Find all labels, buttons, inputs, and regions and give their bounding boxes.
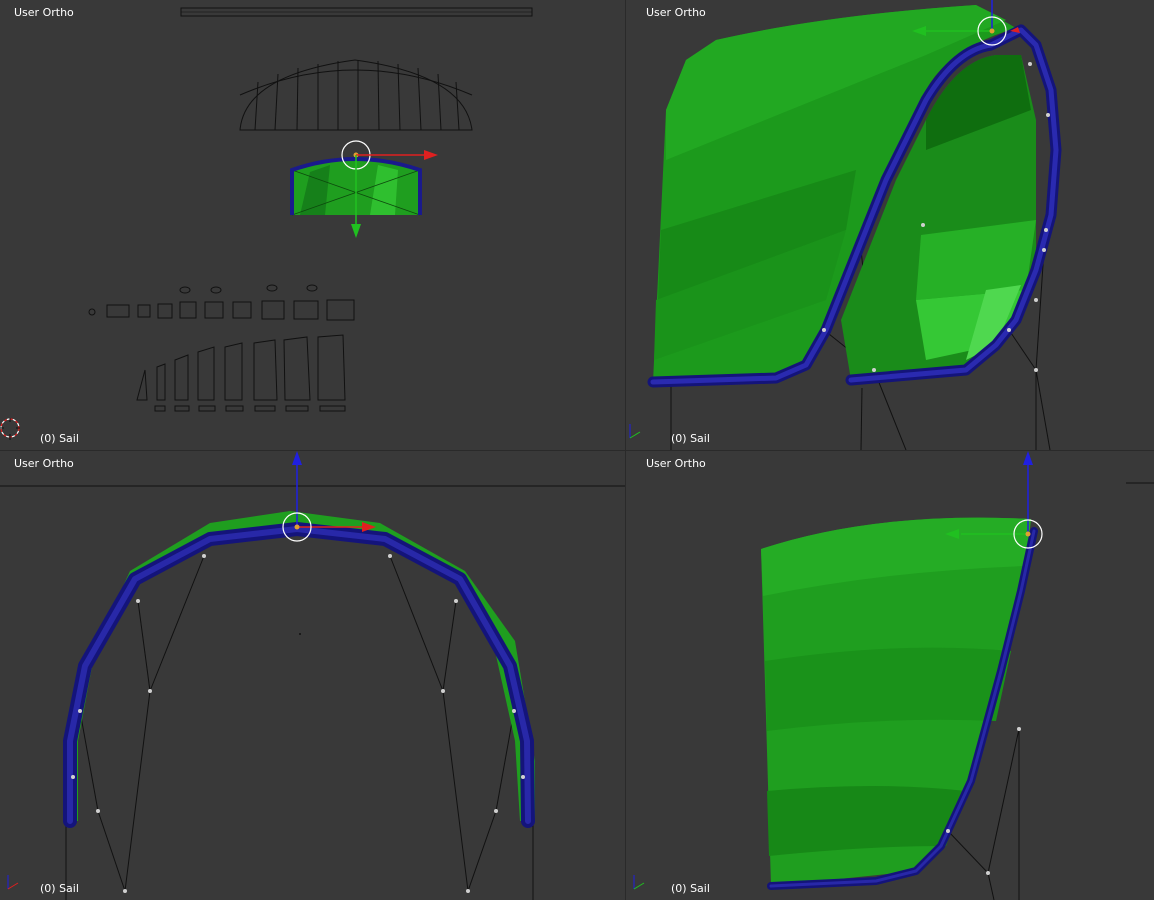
axis-orientation-icon	[7, 875, 19, 890]
viewport-object-label: (0) Sail	[671, 882, 710, 895]
leading-edge-tube	[63, 522, 535, 828]
viewport-top-left-canvas[interactable]	[0, 0, 625, 450]
bridle-lines	[65, 555, 534, 900]
viewport-bottom-right[interactable]: User Ortho (0) Sail	[626, 451, 1154, 900]
transform-gizmo-icon	[282, 451, 376, 542]
viewport-top-left[interactable]: User Ortho (0) Sail	[0, 0, 625, 450]
viewport-bottom-left[interactable]: User Ortho (0) Sail	[0, 451, 625, 900]
viewport-divider-horizontal[interactable]	[0, 450, 1154, 451]
axis-orientation-icon	[629, 424, 641, 439]
viewport-title: User Ortho	[14, 6, 74, 19]
sail-arc-mesh	[64, 511, 535, 821]
viewport-bottom-left-canvas[interactable]	[0, 451, 625, 900]
viewport-object-label: (0) Sail	[671, 432, 710, 445]
arched-wireframe-mesh	[239, 59, 473, 131]
parts-row-1	[88, 284, 355, 321]
viewport-object-label: (0) Sail	[40, 432, 79, 445]
attach-points	[71, 554, 525, 893]
viewport-title: User Ortho	[646, 457, 706, 470]
viewport-top-right-canvas[interactable]	[626, 0, 1154, 450]
panels-row	[136, 334, 346, 412]
3d-cursor-icon	[0, 418, 20, 440]
axis-orientation-icon	[633, 875, 645, 890]
viewport-object-label: (0) Sail	[40, 882, 79, 895]
viewport-title: User Ortho	[14, 457, 74, 470]
viewport-bottom-right-canvas[interactable]	[626, 451, 1154, 900]
viewport-title: User Ortho	[646, 6, 706, 19]
viewport-top-right[interactable]: User Ortho (0) Sail	[626, 0, 1154, 450]
